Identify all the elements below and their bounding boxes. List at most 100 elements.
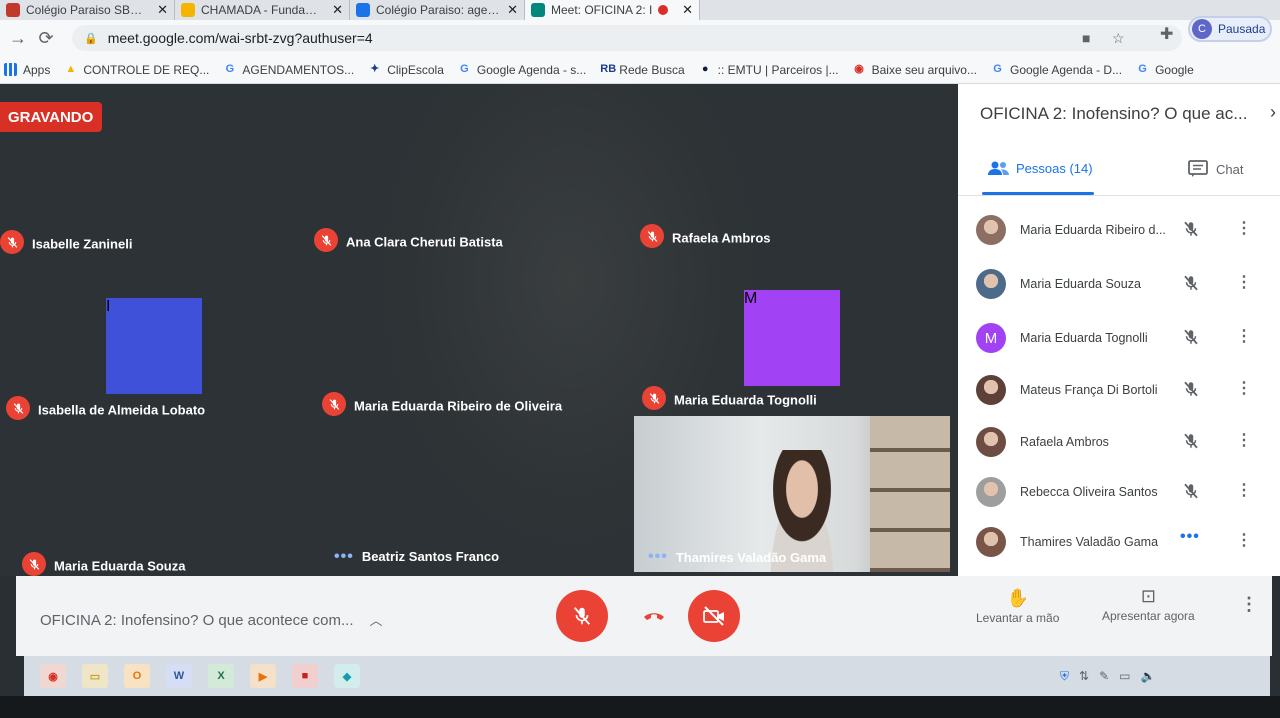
camera-blocked-icon[interactable]: ■ [1082, 25, 1090, 51]
close-tab-icon[interactable]: ✕ [332, 2, 343, 18]
muted-badge [314, 228, 338, 252]
tab-chat-label: Chat [1216, 161, 1244, 177]
network-icon[interactable]: ⇅ [1079, 669, 1089, 683]
excel-taskbar-icon[interactable]: X [208, 664, 234, 688]
bookmark-item[interactable]: RB Rede Busca [600, 63, 684, 77]
close-tab-icon[interactable]: ✕ [682, 2, 693, 18]
mic-toggle-button[interactable] [556, 590, 608, 642]
drive-icon: ▲ [65, 63, 77, 75]
speaking-indicator-icon: ••• [334, 548, 354, 565]
participant-name: Mateus França Di Bortoli [1020, 383, 1158, 397]
chrome-taskbar-icon[interactable]: ◉ [40, 664, 66, 688]
monitor-bezel [0, 696, 1280, 718]
people-list-item[interactable]: Thamires Valadão Gama ••• ⋮ [976, 520, 1266, 564]
display-icon[interactable]: ▭ [1119, 669, 1130, 683]
tab-chat[interactable]: Chat [1188, 160, 1243, 178]
more-options-icon[interactable]: ⋮ [1236, 430, 1252, 450]
forward-icon[interactable]: → [4, 28, 32, 49]
raise-hand-button[interactable]: ✋ Levantar a mão [976, 588, 1059, 625]
media-taskbar-icon[interactable]: ▶ [250, 664, 276, 688]
more-options-icon[interactable]: ⋮ [1240, 594, 1258, 615]
people-list-item[interactable]: Mateus França Di Bortoli ⋮ [976, 368, 1266, 412]
tools-icon[interactable]: ✎ [1099, 669, 1109, 683]
volume-icon[interactable]: 🔈 [1140, 669, 1155, 683]
bookmark-label: Apps [23, 62, 51, 77]
tab-title: Colégio Paraiso SBC - E [26, 3, 150, 17]
more-options-icon[interactable]: ⋮ [1236, 480, 1252, 500]
star-icon[interactable]: ☆ [1112, 25, 1125, 51]
browser-tab[interactable]: CHAMADA - Fundamen ✕ [175, 0, 350, 20]
more-options-icon[interactable]: ⋮ [1236, 272, 1252, 292]
people-list-item[interactable]: Rafaela Ambros ⋮ [976, 420, 1266, 464]
tab-favicon-icon [181, 3, 195, 17]
participant-name: Beatriz Santos Franco [361, 549, 500, 564]
bookmark-item[interactable]: ◉ Baixe seu arquivo... [853, 63, 977, 77]
participant-name: Rafaela Ambros [1020, 435, 1109, 449]
people-list-item[interactable]: Rebecca Oliveira Santos ⋮ [976, 470, 1266, 514]
recording-badge: GRAVANDO [0, 102, 102, 132]
people-list-item[interactable]: Maria Eduarda Souza ⋮ [976, 262, 1266, 306]
muted-badge [640, 224, 664, 248]
shield-icon[interactable]: ⛨ [1060, 669, 1069, 684]
bookmark-item[interactable]: ✦ ClipEscola [368, 63, 444, 77]
bookmark-label: Baixe seu arquivo... [871, 62, 977, 77]
muted-status [1182, 274, 1200, 297]
mic-off-icon [649, 392, 659, 404]
camera-toggle-button[interactable] [688, 590, 740, 642]
present-now-button[interactable]: ⊡ Apresentar agora [1102, 586, 1195, 623]
close-panel-icon[interactable]: › [1270, 102, 1276, 123]
bookmark-item[interactable]: ●:: EMTU | Parceiros |... [699, 63, 839, 77]
people-icon [988, 161, 1009, 175]
tab-people[interactable]: Pessoas (14) [988, 160, 1093, 176]
word-taskbar-icon[interactable]: W [166, 664, 192, 688]
apps-shortcut[interactable]: Apps [4, 63, 50, 77]
browser-tab[interactable]: Colégio Paraiso SBC - E ✕ [0, 0, 175, 20]
office-taskbar-icon[interactable]: O [124, 664, 150, 688]
extensions-icon[interactable]: ✚ [1160, 24, 1173, 44]
people-list-item[interactable]: Maria Eduarda Ribeiro d... ⋮ [976, 208, 1266, 252]
speaking-indicator-icon: ••• [648, 548, 668, 565]
participant-name: Isabelle Zanineli [32, 236, 133, 252]
profile-status: Pausada [1218, 22, 1266, 36]
participant-name: Thamires Valadão Gama [675, 549, 827, 565]
bookmark-item[interactable]: G Google Agenda - s... [458, 63, 586, 77]
participant-photo-avatar [976, 375, 1006, 405]
muted-status [1182, 380, 1200, 403]
participant-photo-avatar [976, 215, 1006, 245]
browser-tab[interactable]: Meet: OFICINA 2: I ✕ [525, 0, 700, 20]
participant-label: Maria Eduarda Souza [22, 552, 185, 576]
app-taskbar-icon[interactable]: ◆ [334, 664, 360, 688]
more-options-icon[interactable]: ⋮ [1236, 218, 1252, 238]
meeting-control-bar: OFICINA 2: Inofensino? O que acontece co… [16, 576, 1272, 656]
hang-up-button[interactable] [628, 590, 680, 642]
participant-photo-avatar [432, 454, 528, 550]
mic-off-icon [1184, 433, 1198, 449]
participant-photo-avatar [976, 527, 1006, 557]
bookmark-item[interactable]: G AGENDAMENTOS... [223, 63, 355, 77]
video-taskbar-icon[interactable]: ■ [292, 664, 318, 688]
more-options-icon[interactable]: ⋮ [1236, 326, 1252, 346]
people-list-item[interactable]: M Maria Eduarda Tognolli ⋮ [976, 316, 1266, 360]
os-taskbar: ◉ ▭ O W X ▶ ■ ◆ ⛨ ⇅ ✎ ▭ 🔈 [24, 656, 1270, 696]
folder-taskbar-icon[interactable]: ▭ [82, 664, 108, 688]
bookmark-label: :: EMTU | Parceiros |... [717, 62, 839, 77]
clipescola-icon: ✦ [370, 63, 380, 75]
meeting-details-button[interactable]: OFICINA 2: Inofensino? O que acontece co… [40, 610, 383, 629]
reload-icon[interactable]: ⟳ [32, 28, 60, 49]
address-bar[interactable]: 🔒 meet.google.com/wai-srbt-zvg?authuser=… [72, 25, 1182, 51]
profile-button[interactable]: C Pausada [1188, 16, 1272, 42]
chat-icon [1188, 160, 1208, 177]
participant-name: Maria Eduarda Souza [54, 558, 186, 574]
more-options-icon[interactable]: ⋮ [1236, 378, 1252, 398]
browser-toolbar: → ⟳ 🔒 meet.google.com/wai-srbt-zvg?authu… [0, 20, 1280, 56]
bookmark-item[interactable]: G Google Agenda - D... [991, 63, 1122, 77]
close-tab-icon[interactable]: ✕ [157, 2, 168, 18]
bookmark-item[interactable]: G Google [1136, 63, 1193, 77]
more-options-icon[interactable]: ⋮ [1236, 530, 1252, 550]
bookmark-item[interactable]: ▲ CONTROLE DE REQ... [64, 63, 209, 77]
close-tab-icon[interactable]: ✕ [507, 2, 518, 18]
participant-video-tile[interactable]: ••• Thamires Valadão Gama [634, 416, 950, 572]
participant-label: Maria Eduarda Tognolli [642, 386, 817, 410]
browser-tab[interactable]: Colégio Paraiso: agend ✕ [350, 0, 525, 20]
profile-avatar: C [1192, 19, 1212, 39]
